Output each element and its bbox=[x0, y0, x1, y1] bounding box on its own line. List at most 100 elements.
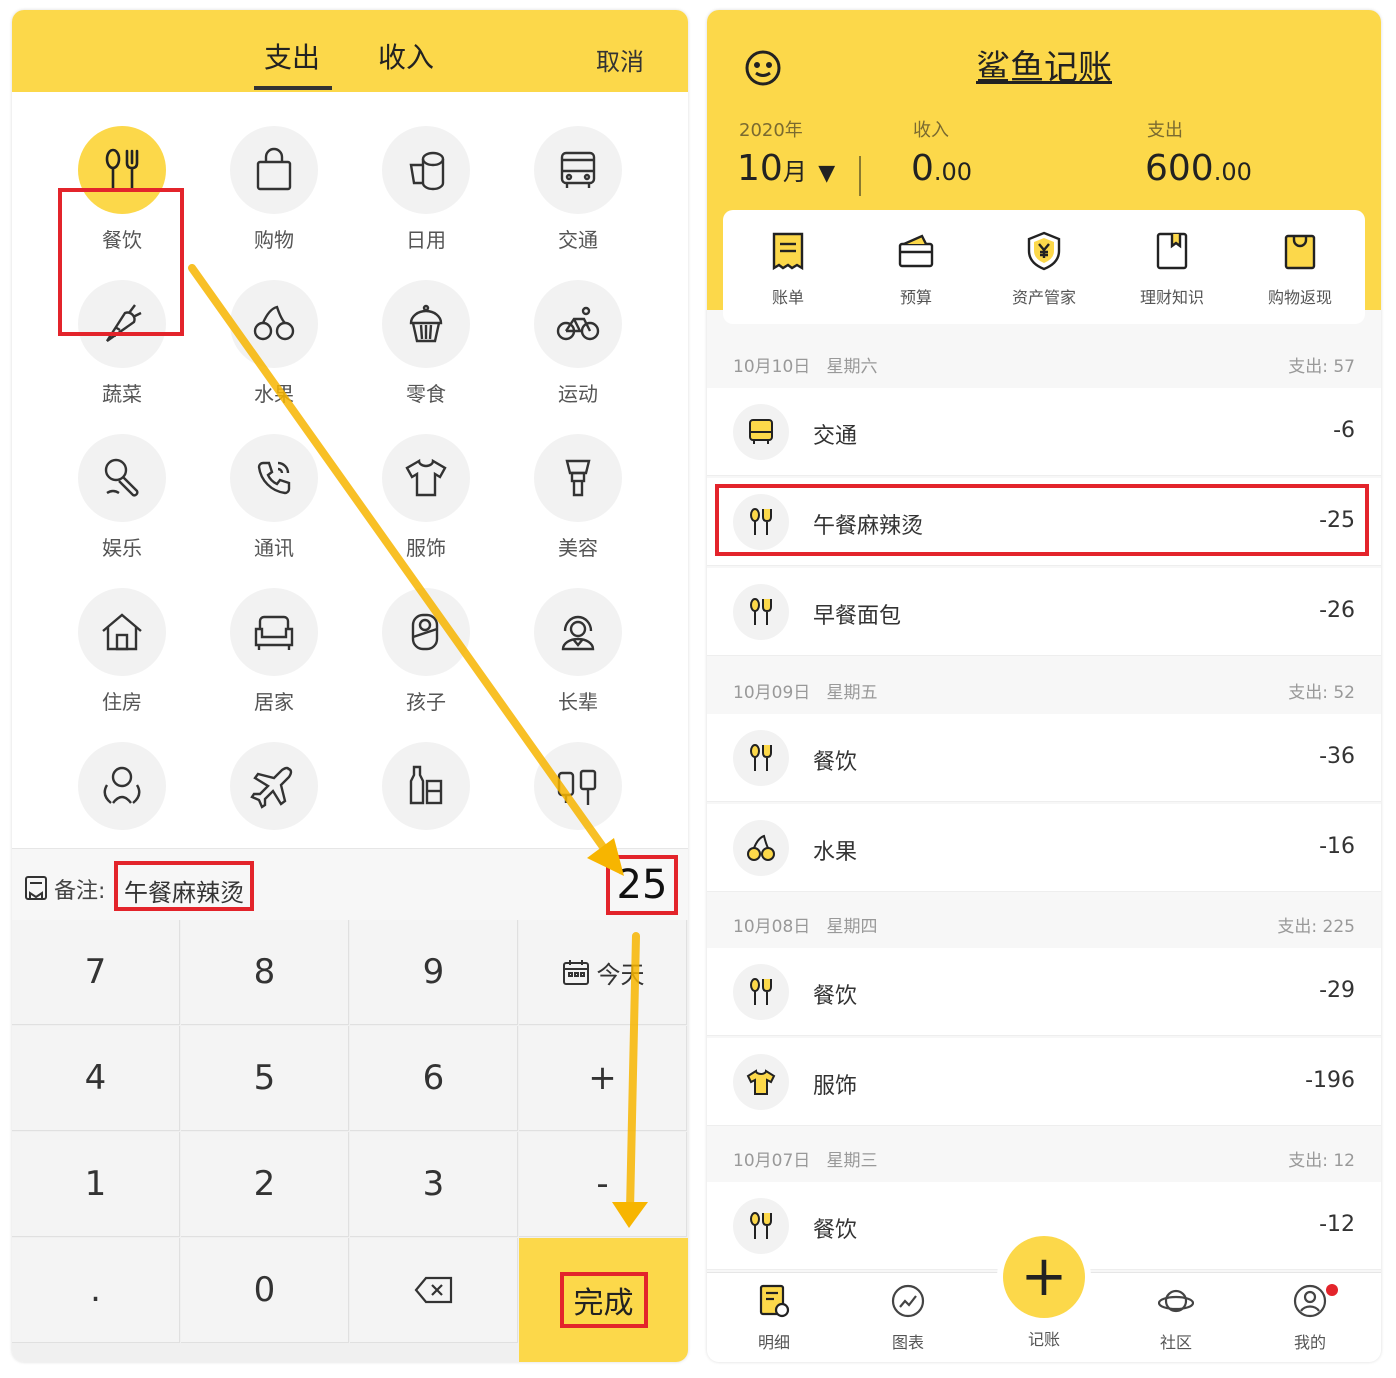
key-4[interactable]: 4 bbox=[12, 1026, 180, 1131]
date-label: 10月09日 星期五 bbox=[733, 678, 877, 703]
highlighted-entry-box bbox=[715, 484, 1369, 556]
today-label: 今天 bbox=[596, 960, 645, 989]
tab-expense[interactable]: 支出 bbox=[264, 36, 320, 76]
expense-int: 600 bbox=[1145, 148, 1214, 189]
category-label: 服饰 bbox=[406, 536, 446, 560]
category-children[interactable]: 孩子 bbox=[366, 588, 486, 714]
bicycle-icon bbox=[534, 280, 622, 368]
category-label: 长辈 bbox=[558, 690, 598, 714]
category-label: 购物 bbox=[254, 228, 294, 252]
quick-assets[interactable]: 资产管家 bbox=[989, 230, 1099, 308]
quick-label: 理财知识 bbox=[1139, 288, 1204, 307]
category-label: 运动 bbox=[558, 382, 598, 406]
quick-budget[interactable]: 预算 bbox=[861, 230, 971, 308]
total-label: 支出: bbox=[1288, 1151, 1328, 1171]
today-date-button[interactable]: 今天 bbox=[519, 920, 687, 1025]
caret-down-icon: ▼ bbox=[818, 161, 836, 186]
category-label: 孩子 bbox=[406, 690, 446, 714]
category-label: 蔬菜 bbox=[102, 382, 142, 406]
key-6[interactable]: 6 bbox=[350, 1026, 518, 1131]
key-9[interactable]: 9 bbox=[350, 920, 518, 1025]
note-input[interactable]: 午餐麻辣烫 bbox=[114, 861, 254, 911]
income-label: 收入 bbox=[913, 120, 949, 141]
category-label: 娱乐 bbox=[102, 536, 142, 560]
month-selector[interactable]: 10月 ▼ bbox=[737, 148, 835, 189]
item-name: 服饰 bbox=[813, 1074, 858, 1099]
list-item[interactable]: 服饰 -196 bbox=[707, 1038, 1381, 1126]
tab-label: 我的 bbox=[1293, 1333, 1326, 1352]
left-phone-screen: 支出 收入 取消 餐饮 购物 日用 交通 蔬菜 水果 零食 运动 娱乐 通讯 服… bbox=[12, 10, 688, 1362]
category-home[interactable]: 居家 bbox=[214, 588, 334, 714]
user-icon bbox=[1293, 1284, 1327, 1318]
book-icon bbox=[1156, 232, 1188, 270]
key-plus[interactable]: + bbox=[519, 1026, 687, 1131]
add-record-label: 记账 bbox=[1027, 1330, 1060, 1349]
category-telecom[interactable]: 通讯 bbox=[214, 434, 334, 560]
quick-bill[interactable]: 账单 bbox=[733, 230, 843, 308]
divider bbox=[859, 156, 861, 196]
tab-community[interactable]: 社区 bbox=[1131, 1283, 1221, 1353]
sofa-icon bbox=[230, 588, 318, 676]
item-amount: -36 bbox=[1319, 744, 1355, 769]
quick-cashback[interactable]: 购物返现 bbox=[1245, 230, 1355, 308]
tab-income[interactable]: 收入 bbox=[378, 36, 434, 76]
quick-label: 资产管家 bbox=[1011, 288, 1076, 307]
category-daily[interactable]: 日用 bbox=[366, 126, 486, 252]
tab-mine[interactable]: 我的 bbox=[1265, 1283, 1355, 1353]
day-total: 支出: 12 bbox=[1288, 1146, 1355, 1171]
key-dot[interactable]: . bbox=[12, 1238, 180, 1343]
category-transport[interactable]: 交通 bbox=[518, 126, 638, 252]
category-elders[interactable]: 长辈 bbox=[518, 588, 638, 714]
key-3[interactable]: 3 bbox=[350, 1132, 518, 1237]
category-clothing[interactable]: 服饰 bbox=[366, 434, 486, 560]
today-wrap: 今天 bbox=[561, 955, 645, 990]
item-amount: -29 bbox=[1319, 978, 1355, 1003]
category-sport[interactable]: 运动 bbox=[518, 280, 638, 406]
date-label: 10月10日 星期六 bbox=[733, 352, 877, 377]
key-2[interactable]: 2 bbox=[181, 1132, 349, 1237]
date-label: 10月08日 星期四 bbox=[733, 912, 877, 937]
category-digital[interactable] bbox=[518, 742, 638, 850]
expense-dec: .00 bbox=[1213, 158, 1252, 186]
key-8[interactable]: 8 bbox=[181, 920, 349, 1025]
category-drinks[interactable] bbox=[366, 742, 486, 850]
backspace-button[interactable] bbox=[350, 1238, 518, 1343]
cancel-button[interactable]: 取消 bbox=[596, 42, 644, 77]
tab-label: 明细 bbox=[757, 1333, 790, 1352]
category-social[interactable] bbox=[62, 742, 182, 850]
add-record-button[interactable]: + bbox=[1003, 1236, 1085, 1318]
done-button[interactable]: 完成 bbox=[519, 1238, 688, 1362]
weekday-text: 星期六 bbox=[826, 357, 878, 377]
key-1[interactable]: 1 bbox=[12, 1132, 180, 1237]
list-item[interactable]: 早餐面包 -26 bbox=[707, 568, 1381, 656]
tab-detail[interactable]: 明细 bbox=[729, 1283, 819, 1353]
total-value: 52 bbox=[1333, 683, 1355, 703]
cashback-bag-icon bbox=[1284, 234, 1316, 270]
list-item[interactable]: 交通 -6 bbox=[707, 388, 1381, 476]
key-0[interactable]: 0 bbox=[181, 1238, 349, 1343]
quick-actions: 账单 预算 资产管家 理财知识 购物返现 bbox=[723, 210, 1365, 324]
list-item[interactable]: 餐饮 -36 bbox=[707, 714, 1381, 802]
note-label: 备注: bbox=[54, 879, 106, 904]
social-icon bbox=[78, 742, 166, 830]
category-fruit[interactable]: 水果 bbox=[214, 280, 334, 406]
category-snack[interactable]: 零食 bbox=[366, 280, 486, 406]
list-item[interactable]: 水果 -16 bbox=[707, 804, 1381, 892]
tab-label: 图表 bbox=[891, 1333, 924, 1352]
tab-chart[interactable]: 图表 bbox=[863, 1283, 953, 1353]
category-housing[interactable]: 住房 bbox=[62, 588, 182, 714]
quick-finance[interactable]: 理财知识 bbox=[1117, 230, 1227, 308]
key-7[interactable]: 7 bbox=[12, 920, 180, 1025]
category-travel[interactable] bbox=[214, 742, 334, 850]
category-entertainment[interactable]: 娱乐 bbox=[62, 434, 182, 560]
key-5[interactable]: 5 bbox=[181, 1026, 349, 1131]
item-amount: -196 bbox=[1305, 1068, 1355, 1093]
category-beauty[interactable]: 美容 bbox=[518, 434, 638, 560]
list-item[interactable]: 餐饮 -29 bbox=[707, 948, 1381, 1036]
category-shopping[interactable]: 购物 bbox=[214, 126, 334, 252]
date-header: 10月10日 星期六 支出: 57 bbox=[707, 332, 1381, 388]
category-label: 通讯 bbox=[254, 536, 294, 560]
key-minus[interactable]: - bbox=[519, 1132, 687, 1237]
bill-icon bbox=[772, 232, 804, 271]
date-label: 10月07日 星期三 bbox=[733, 1146, 877, 1171]
